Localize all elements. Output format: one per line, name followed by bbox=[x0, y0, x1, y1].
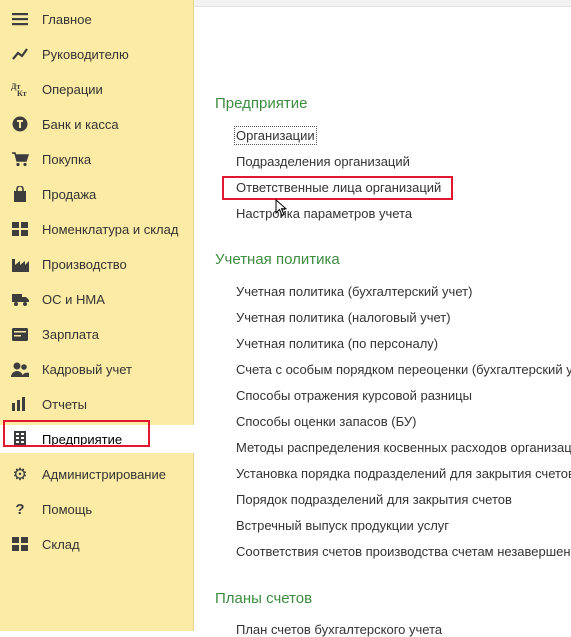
link-exchange-difference[interactable]: Способы отражения курсовой разницы bbox=[236, 388, 472, 403]
bar-chart-icon bbox=[11, 395, 29, 413]
sidebar-item-label: Помощь bbox=[42, 501, 93, 517]
sidebar-item-label: Номенклатура и склад bbox=[42, 221, 179, 237]
factory-icon bbox=[11, 255, 29, 273]
link-accounting-settings[interactable]: Настройка параметров учета bbox=[236, 206, 412, 221]
sidebar-item-label: Склад bbox=[42, 536, 80, 552]
sidebar-item-reports[interactable]: Отчеты bbox=[0, 390, 193, 418]
sidebar: Главное Руководителю Дт Кт Операции Банк … bbox=[0, 0, 194, 631]
sidebar-item-label: Кадровый учет bbox=[42, 361, 132, 377]
chart-trend-icon bbox=[11, 45, 29, 63]
link-department-order[interactable]: Порядок подразделений для закрытия счето… bbox=[236, 492, 512, 507]
main-top-strip bbox=[194, 0, 571, 7]
link-policy-accounting[interactable]: Учетная политика (бухгалтерский учет) bbox=[236, 284, 472, 299]
link-policy-tax[interactable]: Учетная политика (налоговый учет) bbox=[236, 310, 451, 325]
truck-icon bbox=[11, 290, 29, 308]
coin-icon bbox=[11, 115, 29, 133]
sidebar-item-purchase[interactable]: Покупка bbox=[0, 145, 193, 173]
grid-icon bbox=[11, 220, 29, 238]
menu-icon bbox=[11, 10, 29, 28]
link-indirect-costs[interactable]: Методы распределения косвенных расходов … bbox=[236, 440, 571, 455]
people-icon bbox=[11, 360, 29, 378]
sidebar-item-salary[interactable]: Зарплата bbox=[0, 320, 193, 348]
gear-icon: ⚙ bbox=[12, 464, 28, 484]
sidebar-item-sales[interactable]: Продажа bbox=[0, 180, 193, 208]
cart-icon bbox=[11, 150, 29, 168]
sidebar-item-production[interactable]: Производство bbox=[0, 250, 193, 278]
svg-text:Кт: Кт bbox=[17, 89, 27, 97]
wallet-icon bbox=[11, 325, 29, 343]
link-departments[interactable]: Подразделения организаций bbox=[236, 154, 410, 169]
link-department-order-setup[interactable]: Установка порядка подразделений для закр… bbox=[236, 466, 571, 481]
sidebar-item-label: Банк и касса bbox=[42, 116, 119, 132]
link-counter-release[interactable]: Встречный выпуск продукции услуг bbox=[236, 518, 449, 533]
question-icon: ? bbox=[15, 500, 25, 518]
sidebar-item-label: ОС и НМА bbox=[42, 291, 105, 307]
link-revaluation-accounts[interactable]: Счета с особым порядком переоценки (бухг… bbox=[236, 362, 571, 377]
sidebar-item-label: Главное bbox=[42, 11, 92, 27]
sidebar-item-label: Операции bbox=[42, 81, 103, 97]
sidebar-item-label: Руководителю bbox=[42, 46, 129, 62]
link-wip-accounts[interactable]: Соответствия счетов производства счетам … bbox=[236, 544, 571, 559]
link-organizations[interactable]: Организации bbox=[234, 126, 317, 145]
warehouse-icon bbox=[11, 535, 29, 553]
sidebar-item-bank[interactable]: Банк и касса bbox=[0, 110, 193, 138]
sidebar-item-main[interactable]: Главное bbox=[0, 5, 193, 33]
link-inventory-valuation[interactable]: Способы оценки запасов (БУ) bbox=[236, 414, 416, 429]
sidebar-item-manager[interactable]: Руководителю bbox=[0, 40, 193, 68]
sidebar-item-fixed-assets[interactable]: ОС и НМА bbox=[0, 285, 193, 313]
bag-icon bbox=[11, 185, 29, 203]
sidebar-item-label: Предприятие bbox=[42, 431, 123, 447]
sidebar-item-administration[interactable]: ⚙ Администрирование bbox=[0, 460, 193, 488]
sidebar-item-nomenclature[interactable]: Номенклатура и склад bbox=[0, 215, 193, 243]
section-title-charts-of-accounts: Планы счетов bbox=[215, 590, 313, 607]
sidebar-item-label: Администрирование bbox=[42, 466, 166, 482]
sidebar-item-enterprise[interactable]: Предприятие bbox=[0, 425, 194, 453]
sidebar-item-label: Отчеты bbox=[42, 396, 87, 412]
link-policy-personnel[interactable]: Учетная политика (по персоналу) bbox=[236, 336, 438, 351]
sidebar-item-warehouse[interactable]: Склад bbox=[0, 530, 193, 558]
sidebar-item-hr[interactable]: Кадровый учет bbox=[0, 355, 193, 383]
section-title-accounting-policy: Учетная политика bbox=[215, 251, 340, 268]
sidebar-item-operations[interactable]: Дт Кт Операции bbox=[0, 75, 193, 103]
section-title-enterprise: Предприятие bbox=[215, 95, 308, 112]
building-icon bbox=[11, 430, 29, 448]
sidebar-item-label: Покупка bbox=[42, 151, 92, 167]
sidebar-item-help[interactable]: ? Помощь bbox=[0, 495, 193, 523]
link-responsible-persons[interactable]: Ответственные лица организаций bbox=[236, 180, 441, 195]
sidebar-item-label: Продажа bbox=[42, 186, 97, 202]
sidebar-item-label: Зарплата bbox=[42, 326, 99, 342]
link-chart-of-accounts[interactable]: План счетов бухгалтерского учета bbox=[236, 622, 442, 637]
debit-credit-icon: Дт Кт bbox=[11, 80, 29, 98]
sidebar-item-label: Производство bbox=[42, 256, 127, 272]
